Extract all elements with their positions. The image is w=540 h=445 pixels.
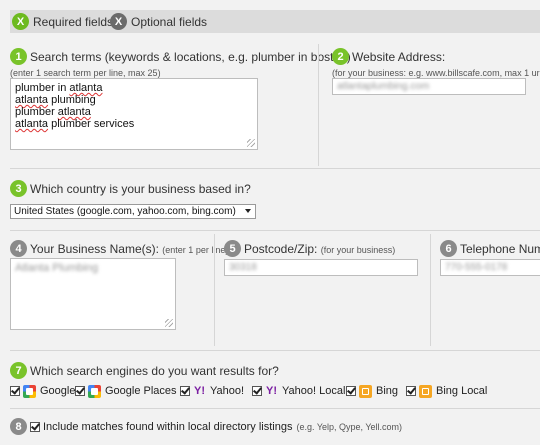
- google-icon: [23, 384, 36, 398]
- postcode-input[interactable]: 30318: [224, 259, 418, 276]
- search-terms-textarea[interactable]: plumber in atlanta atlanta plumbing plum…: [10, 78, 258, 150]
- section-divider: [10, 168, 540, 169]
- business-name-value: Atlanta Plumbing: [15, 262, 99, 274]
- required-x-icon: X: [12, 13, 29, 30]
- directory-option[interactable]: Include matches found within local direc…: [30, 419, 402, 435]
- website-value: atlantaplumbing.com: [337, 81, 430, 92]
- legend-optional: X Optional fields: [110, 12, 207, 31]
- step-7-badge: 7: [10, 362, 27, 379]
- website-input[interactable]: atlantaplumbing.com: [332, 78, 526, 95]
- engine-option-yahoo[interactable]: Y! Yahoo!: [180, 383, 244, 399]
- postcode-value: 30318: [229, 262, 257, 273]
- resize-handle[interactable]: [165, 319, 173, 327]
- legend-bar: X Required fields X Optional fields: [10, 10, 540, 33]
- telephone-value: 770-555-0178: [445, 262, 508, 273]
- engine-option-bing-local[interactable]: Bing Local: [406, 383, 487, 399]
- step-5-badge: 5: [224, 240, 241, 257]
- step-1-badge: 1: [10, 48, 27, 65]
- search-term-line: plumber in atlanta: [15, 82, 103, 94]
- optional-x-icon: X: [110, 13, 127, 30]
- directory-checkbox[interactable]: [30, 422, 40, 432]
- step-8-badge: 8: [10, 418, 27, 435]
- business-name-textarea[interactable]: Atlanta Plumbing: [10, 258, 176, 330]
- engine-label: Bing: [376, 385, 399, 397]
- country-select[interactable]: United States (google.com, yahoo.com, bi…: [10, 204, 256, 219]
- bing-local-icon: [419, 384, 432, 398]
- country-label: Which country is your business based in?: [30, 182, 251, 196]
- postcode-label: Postcode/Zip: (for your business): [244, 242, 396, 256]
- required-fields-label: Required fields: [33, 14, 114, 29]
- column-divider: [318, 44, 319, 166]
- yahoo-checkbox[interactable]: [180, 386, 190, 396]
- business-name-hint: (enter 1 per line): [162, 245, 229, 255]
- step-3-badge: 3: [10, 180, 27, 197]
- engines-label: Which search engines do you want results…: [30, 364, 279, 378]
- engine-option-google[interactable]: Google: [10, 383, 75, 399]
- yahoo-local-icon: Y!: [266, 385, 277, 397]
- section-divider: [10, 230, 540, 231]
- search-term-line: atlanta plumber services: [15, 118, 135, 130]
- section-divider: [10, 408, 540, 409]
- engine-label: Yahoo! Local: [282, 385, 346, 397]
- engine-label: Yahoo!: [210, 385, 245, 397]
- website-label: Website Address:: [352, 50, 446, 64]
- postcode-hint: (for your business): [320, 245, 396, 255]
- section-divider: [10, 350, 540, 351]
- search-terms-label: Search terms (keywords & locations, e.g.…: [30, 50, 351, 64]
- search-term-line: atlanta plumbing: [15, 94, 96, 106]
- website-hint: (for your business: e.g. www.billscafe.c…: [332, 68, 540, 78]
- step-4-badge: 4: [10, 240, 27, 257]
- yahoo-icon: Y!: [194, 385, 205, 397]
- step-6-badge: 6: [440, 240, 457, 257]
- telephone-input[interactable]: 770-555-0178: [440, 259, 540, 276]
- yahoo-local-checkbox[interactable]: [252, 386, 262, 396]
- bing-checkbox[interactable]: [346, 386, 356, 396]
- google-checkbox[interactable]: [10, 386, 20, 396]
- engine-option-yahoo-local[interactable]: Y! Yahoo! Local: [252, 383, 345, 399]
- resize-handle[interactable]: [247, 139, 255, 147]
- engine-label: Google: [40, 385, 76, 397]
- bing-icon: [359, 384, 372, 398]
- business-name-label: Your Business Name(s): (enter 1 per line…: [30, 242, 229, 256]
- directory-label: Include matches found within local direc…: [43, 421, 293, 433]
- engine-label: Bing Local: [436, 385, 488, 397]
- engine-label: Google Places: [105, 385, 177, 397]
- engine-option-google-places[interactable]: Google Places: [75, 383, 177, 399]
- step-2-badge: 2: [332, 48, 349, 65]
- legend-required: X Required fields: [12, 12, 113, 31]
- optional-fields-label: Optional fields: [131, 14, 208, 29]
- google-places-checkbox[interactable]: [75, 386, 85, 396]
- google-places-icon: [88, 384, 101, 398]
- chevron-down-icon: [245, 209, 251, 213]
- country-selected-value: United States (google.com, yahoo.com, bi…: [14, 206, 236, 217]
- column-divider: [214, 234, 215, 346]
- engine-option-bing[interactable]: Bing: [346, 383, 398, 399]
- telephone-label: Telephone Number:: [460, 242, 540, 256]
- column-divider: [430, 234, 431, 346]
- search-term-line: plumber atlanta: [15, 106, 91, 118]
- search-terms-hint: (enter 1 search term per line, max 25): [10, 68, 161, 78]
- bing-local-checkbox[interactable]: [406, 386, 416, 396]
- directory-hint: (e.g. Yelp, Qype, Yell.com): [296, 422, 403, 432]
